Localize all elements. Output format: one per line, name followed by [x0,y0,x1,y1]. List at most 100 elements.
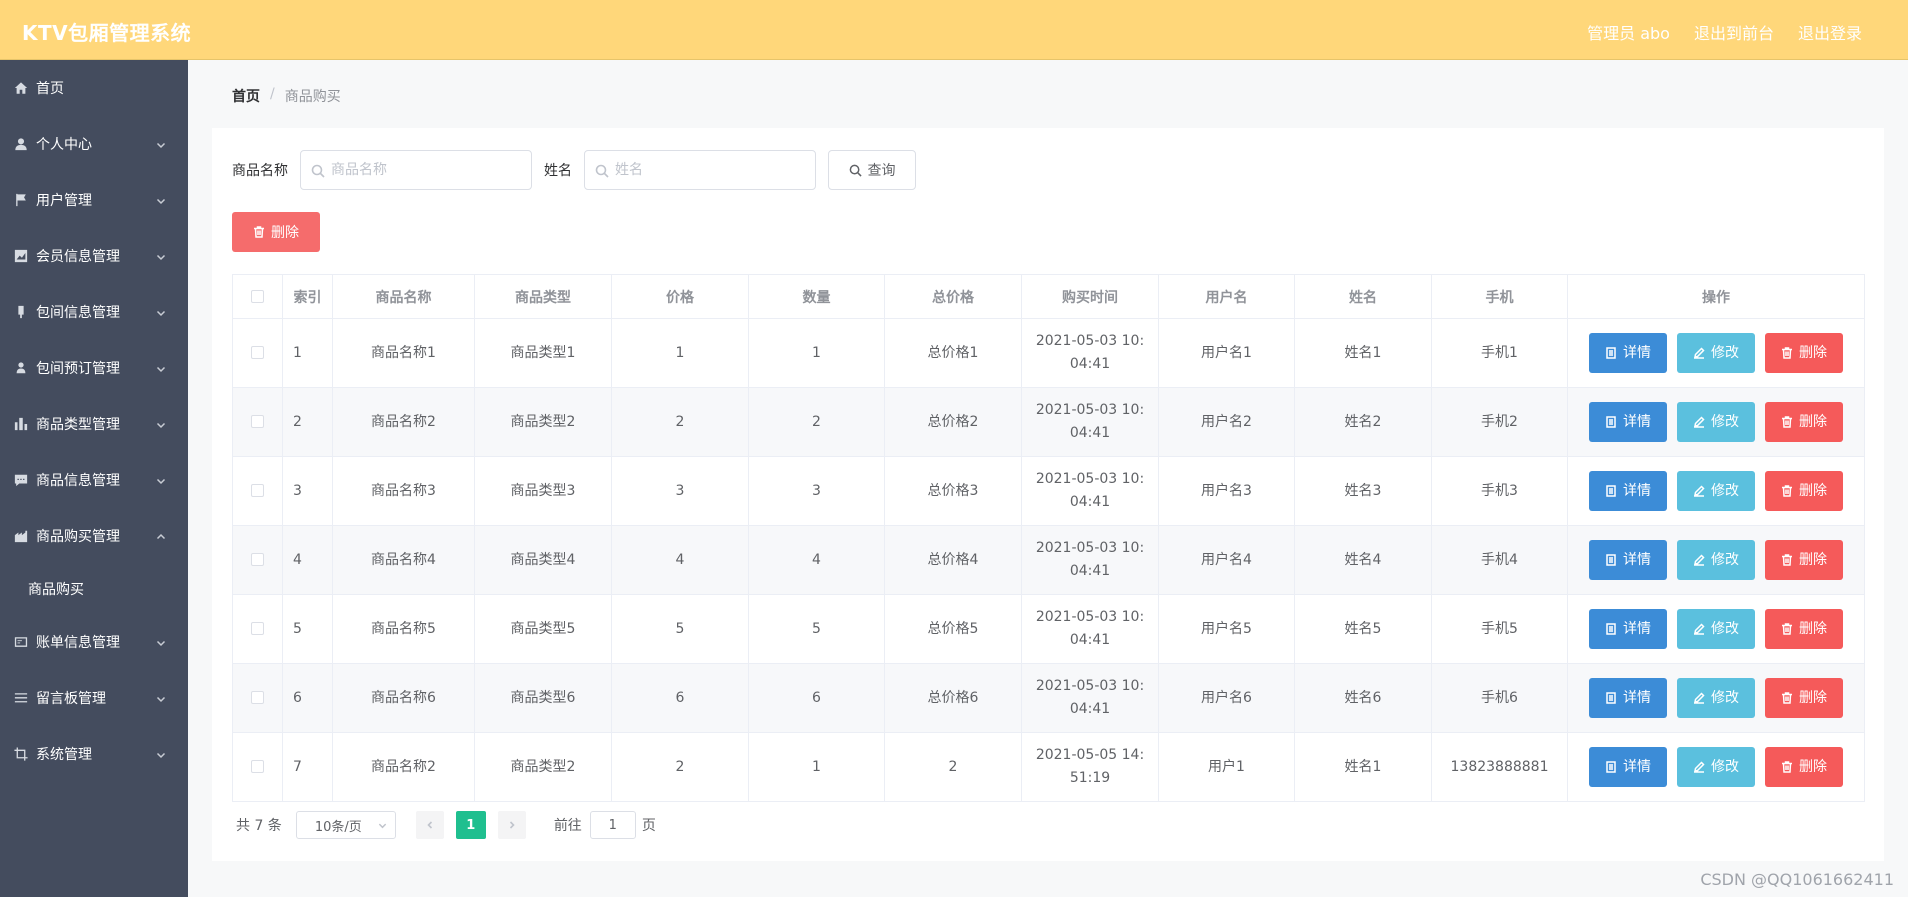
sidebar-item-label: 用户管理 [36,193,92,209]
detail-button[interactable]: 详情 [1589,402,1667,442]
cell-quantity: 3 [748,456,885,526]
cell-price: 2 [611,387,749,457]
query-button[interactable]: 查询 [828,150,916,190]
goto-page-input[interactable] [589,811,636,839]
document-icon [1606,416,1616,428]
cell-person-name: 姓名2 [1294,387,1432,457]
breadcrumb-home[interactable]: 首页 [232,86,260,106]
sidebar-item-goods-info[interactable]: 商品信息管理 [0,452,188,508]
sidebar-item-message-board[interactable]: 留言板管理 [0,670,188,726]
cell-total-price: 总价格3 [884,456,1022,526]
device-icon [14,305,28,319]
sidebar-item-room-booking[interactable]: 包间预订管理 [0,340,188,396]
detail-button[interactable]: 详情 [1589,678,1667,718]
detail-button[interactable]: 详情 [1589,609,1667,649]
table-row: 7 商品名称2 商品类型2 2 1 2 2021-05-05 14:51:19 用户1 姓名1 1… [232,732,1865,802]
row-checkbox[interactable] [251,760,264,773]
detail-button-label: 详情 [1623,482,1651,499]
edit-button-label: 修改 [1711,758,1739,775]
edit-button[interactable]: 修改 [1677,747,1755,787]
sidebar-item-room-info[interactable]: 包间信息管理 [0,284,188,340]
cell-phone: 手机4 [1431,525,1568,595]
page-size-select[interactable]: 10条/页 [295,811,396,839]
sidebar-item-member-info[interactable]: 会员信息管理 [0,228,188,284]
delete-button[interactable]: 删除 [1765,747,1843,787]
document-icon [1606,761,1616,773]
detail-button-label: 详情 [1623,620,1651,637]
logout-link[interactable]: 退出登录 [1798,20,1862,44]
goods-name-input[interactable] [301,151,531,189]
cell-person-name: 姓名1 [1294,318,1432,388]
table-body: 1 商品名称1 商品类型1 1 1 总价格1 2021-05-03 10:04:41 用户名1… [232,318,1865,802]
table-header-cell: 姓名 [1294,274,1432,319]
cell-username: 用户名6 [1158,663,1295,733]
chevron-down-icon [156,692,166,703]
delete-button[interactable]: 删除 [1765,333,1843,373]
app-title: KTV包厢管理系统 [22,21,192,45]
sidebar-item-user-management[interactable]: 用户管理 [0,172,188,228]
table-header-cell: 商品类型 [474,274,612,319]
row-select-cell [232,594,283,664]
prev-page-button[interactable] [415,811,444,839]
back-to-front-link[interactable]: 退出到前台 [1694,20,1774,44]
cell-phone: 13823888881 [1431,732,1568,802]
detail-button[interactable]: 详情 [1589,333,1667,373]
cell-purchase-time: 2021-05-03 10:04:41 [1021,318,1159,388]
cell-quantity: 6 [748,663,885,733]
row-checkbox[interactable] [251,553,264,566]
select-all-checkbox[interactable] [251,290,264,303]
cell-price: 4 [611,525,749,595]
cell-actions: 详情 修改 删除 [1567,456,1865,526]
batch-delete-button[interactable]: 删除 [232,212,320,252]
cell-quantity: 5 [748,594,885,664]
edit-button[interactable]: 修改 [1677,540,1755,580]
edit-button[interactable]: 修改 [1677,333,1755,373]
delete-button-label: 删除 [1799,344,1827,361]
person-name-input[interactable] [585,151,815,189]
row-checkbox[interactable] [251,415,264,428]
search-icon [595,164,609,178]
page-number-active[interactable]: 1 [455,811,486,839]
delete-button[interactable]: 删除 [1765,540,1843,580]
edit-button[interactable]: 修改 [1677,402,1755,442]
chevron-down-icon [156,748,166,759]
row-checkbox[interactable] [251,691,264,704]
sidebar-item-home[interactable]: 首页 [0,60,188,116]
detail-button[interactable]: 详情 [1589,471,1667,511]
table-row: 6 商品名称6 商品类型6 6 6 总价格6 2021-05-03 10:04:41 用户名6… [232,663,1865,733]
chevron-down-icon [156,418,166,429]
cell-goods-type: 商品类型6 [474,663,612,733]
sidebar-item-system[interactable]: 系统管理 [0,726,188,782]
sidebar-item-bill-info[interactable]: 账单信息管理 [0,614,188,670]
document-icon [1606,623,1616,635]
edit-button[interactable]: 修改 [1677,609,1755,649]
sidebar-subitem-goods-purchase[interactable]: 商品购买 [0,564,188,614]
sidebar-item-goods-type[interactable]: 商品类型管理 [0,396,188,452]
edit-button[interactable]: 修改 [1677,471,1755,511]
detail-button[interactable]: 详情 [1589,747,1667,787]
sidebar-item-personal-center[interactable]: 个人中心 [0,116,188,172]
cell-phone: 手机2 [1431,387,1568,457]
purchase-time-text: 2021-05-05 14:51:19 [1035,747,1145,786]
row-checkbox[interactable] [251,622,264,635]
sidebar: 首页 个人中心 用户管理 会员信息管理 包间信息管理 包间预订管理 商品类型管理… [0,60,188,897]
breadcrumb-separator: / [270,86,275,102]
purchase-table: 索引 商品名称 商品类型 价格 数量 总价格 购买时间 用户名 姓名 手机 操作… [232,274,1865,802]
delete-button-label: 删除 [1799,482,1827,499]
chevron-left-icon [427,821,432,829]
sidebar-item-label: 账单信息管理 [36,635,120,651]
cell-actions: 详情 修改 删除 [1567,732,1865,802]
sidebar-item-goods-purchase[interactable]: 商品购买管理 [0,508,188,564]
next-page-button[interactable] [497,811,526,839]
cell-purchase-time: 2021-05-03 10:04:41 [1021,387,1159,457]
delete-button[interactable]: 删除 [1765,402,1843,442]
delete-button[interactable]: 删除 [1765,609,1843,649]
delete-button[interactable]: 删除 [1765,678,1843,718]
cell-goods-type: 商品类型3 [474,456,612,526]
cell-phone: 手机5 [1431,594,1568,664]
row-checkbox[interactable] [251,346,264,359]
delete-button[interactable]: 删除 [1765,471,1843,511]
detail-button[interactable]: 详情 [1589,540,1667,580]
edit-button[interactable]: 修改 [1677,678,1755,718]
row-checkbox[interactable] [251,484,264,497]
